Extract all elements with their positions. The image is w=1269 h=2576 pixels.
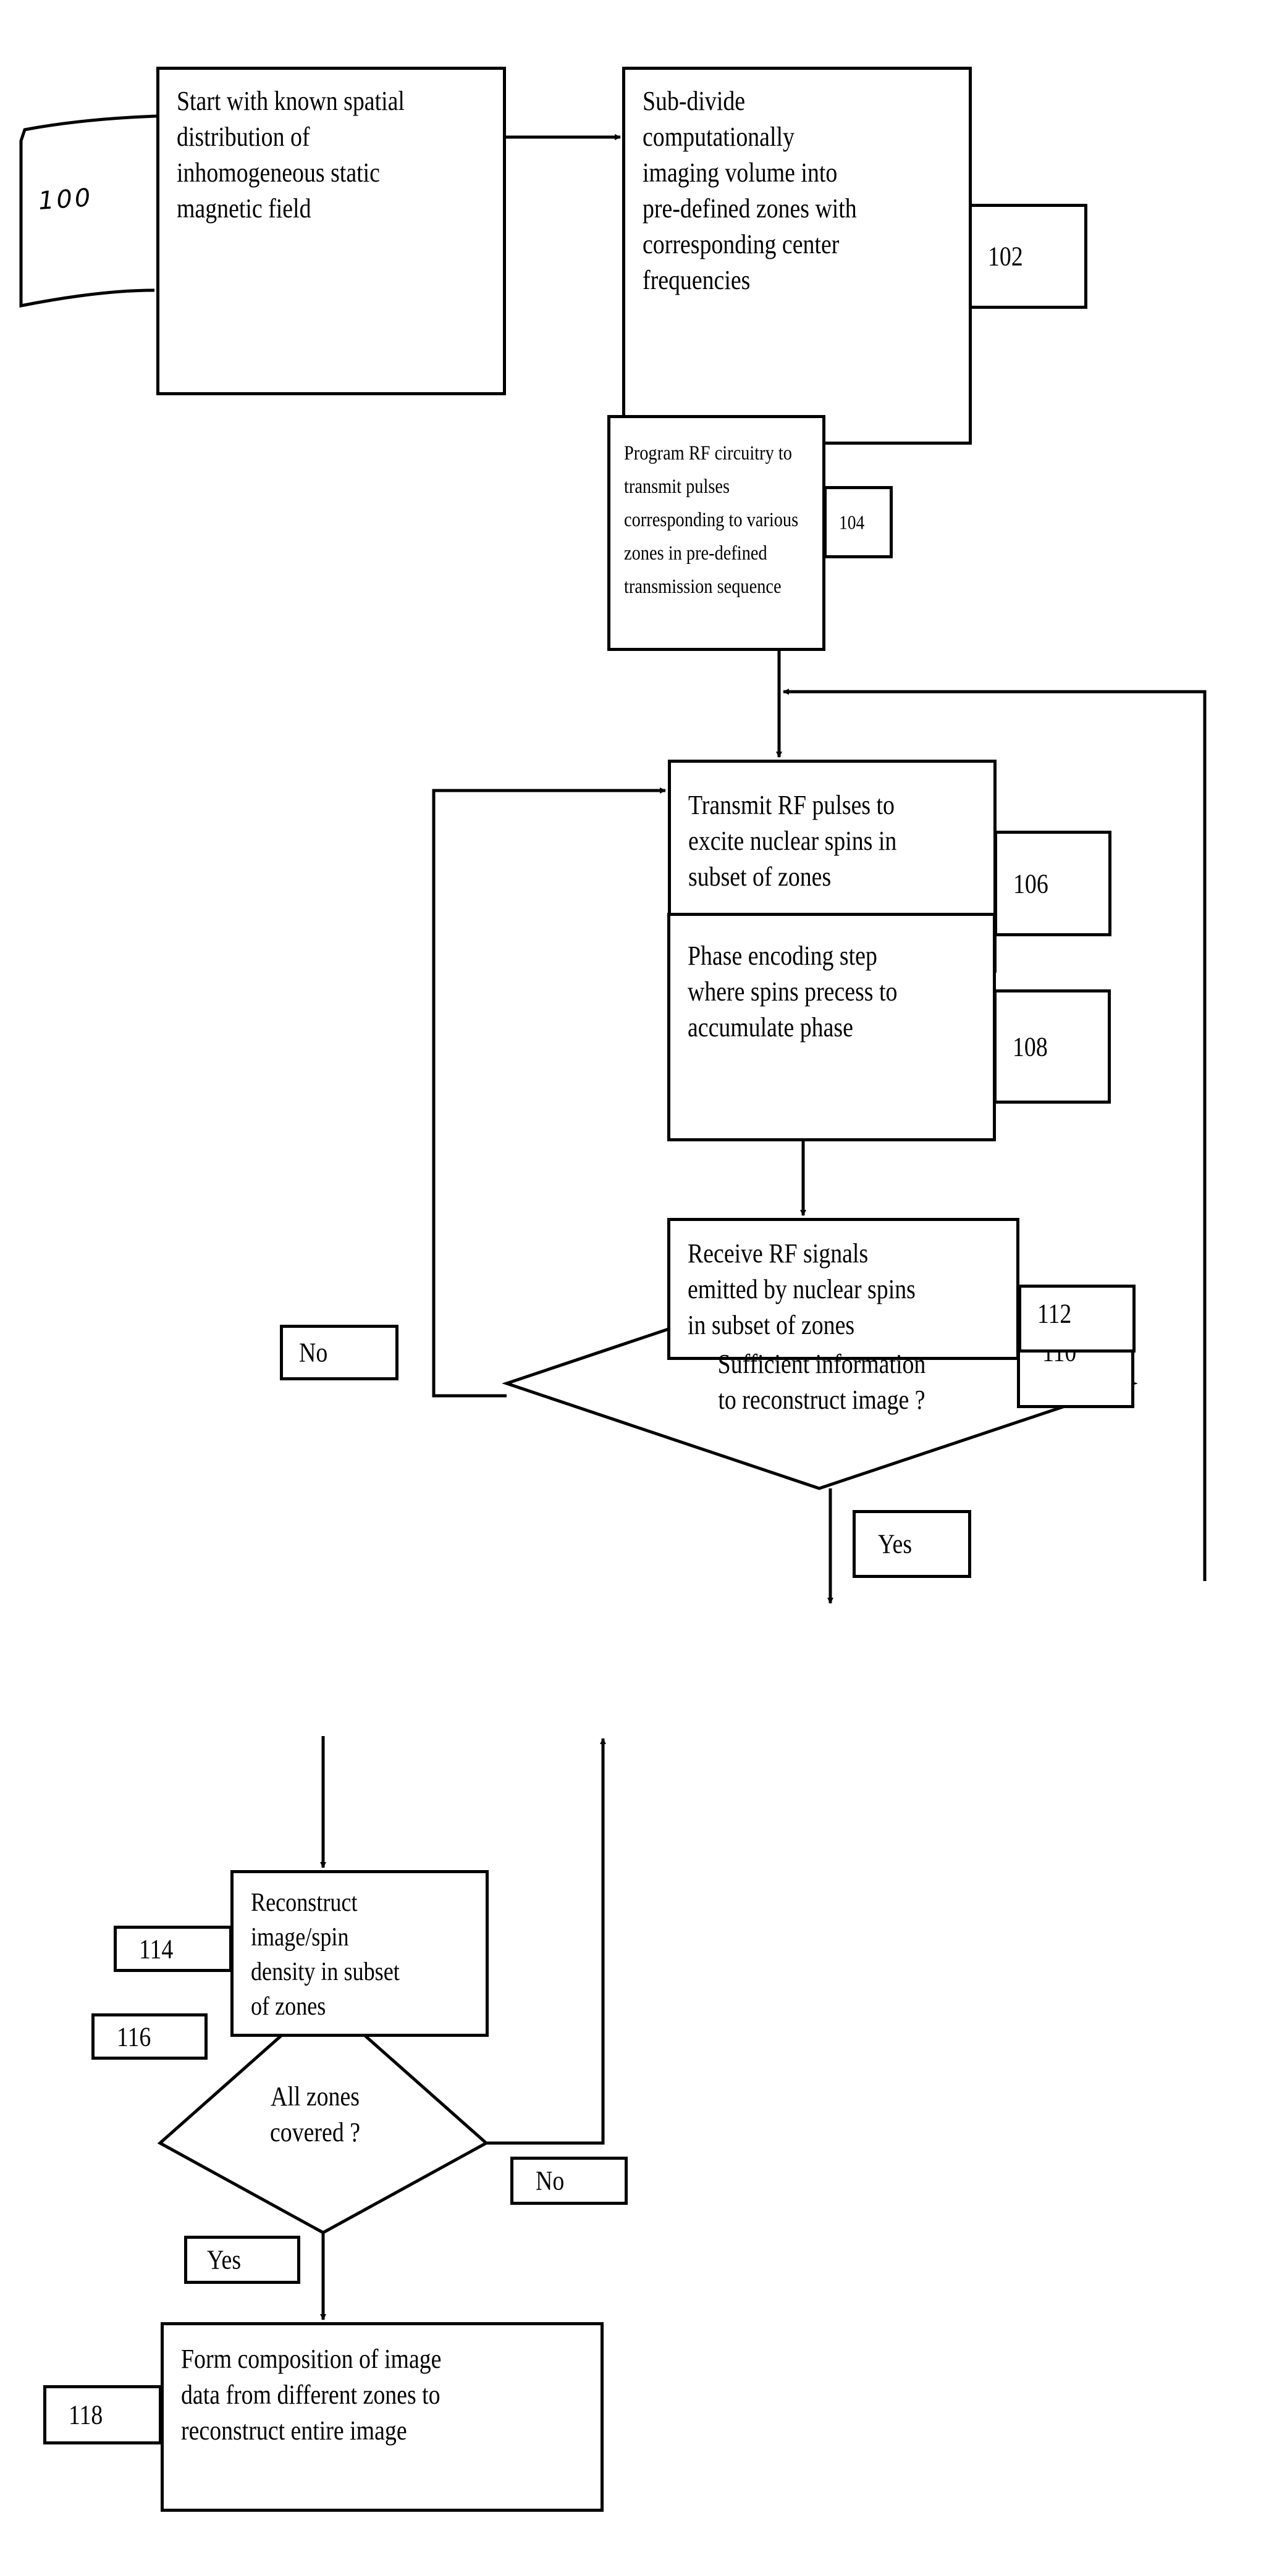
branch-label-112-no: No bbox=[280, 1325, 398, 1380]
step-114-text: Reconstruct image/spin density in subset… bbox=[251, 1889, 400, 2021]
ref-label-102: 102 bbox=[969, 204, 1087, 309]
branch-label-116-no: No bbox=[510, 2157, 628, 2205]
step-104-text: Program RF circuitry to transmit pulses … bbox=[624, 442, 799, 598]
ref-label-118: 118 bbox=[43, 2385, 162, 2444]
ref-label-114: 114 bbox=[114, 1926, 232, 1972]
ref-label-106: 106 bbox=[994, 831, 1111, 936]
step-104-box: Program RF circuitry to transmit pulses … bbox=[607, 415, 825, 651]
ref-label-108: 108 bbox=[993, 989, 1111, 1104]
step-110-box: Receive RF signals emitted by nuclear sp… bbox=[667, 1218, 1019, 1360]
decision-116-text: All zones covered ? bbox=[269, 2081, 361, 2147]
step-108-box: Phase encoding step where spins precess … bbox=[667, 913, 996, 1141]
step-106-text: Transmit RF pulses to excite nuclear spi… bbox=[688, 790, 897, 892]
step-108-text: Phase encoding step where spins precess … bbox=[688, 941, 898, 1043]
ref-label-100: 100 bbox=[37, 183, 94, 216]
step-102-box: Sub-divide computationally imaging volum… bbox=[622, 67, 972, 445]
step-100-box: Start with known spatial distribution of… bbox=[156, 67, 506, 395]
decision-112-text: Sufficient information to reconstruct im… bbox=[717, 1349, 926, 1415]
step-100-text: Start with known spatial distribution of… bbox=[177, 86, 405, 224]
ref-label-116: 116 bbox=[91, 2013, 208, 2060]
step-110-text: Receive RF signals emitted by nuclear sp… bbox=[688, 1238, 916, 1340]
step-102-text: Sub-divide computationally imaging volum… bbox=[643, 86, 857, 295]
edge-112-no bbox=[432, 787, 666, 1398]
edge-116-no bbox=[486, 1738, 606, 2145]
ref-label-112: 112 bbox=[1018, 1285, 1136, 1353]
step-118-box: Form composition of image data from diff… bbox=[161, 2322, 604, 2512]
step-114-box: Reconstruct image/spin density in subset… bbox=[230, 1870, 489, 2037]
branch-label-112-yes: Yes bbox=[853, 1510, 971, 1578]
branch-label-116-yes: Yes bbox=[184, 2236, 300, 2284]
step-118-text: Form composition of image data from diff… bbox=[181, 2344, 442, 2446]
ref-label-104: 104 bbox=[824, 486, 893, 558]
